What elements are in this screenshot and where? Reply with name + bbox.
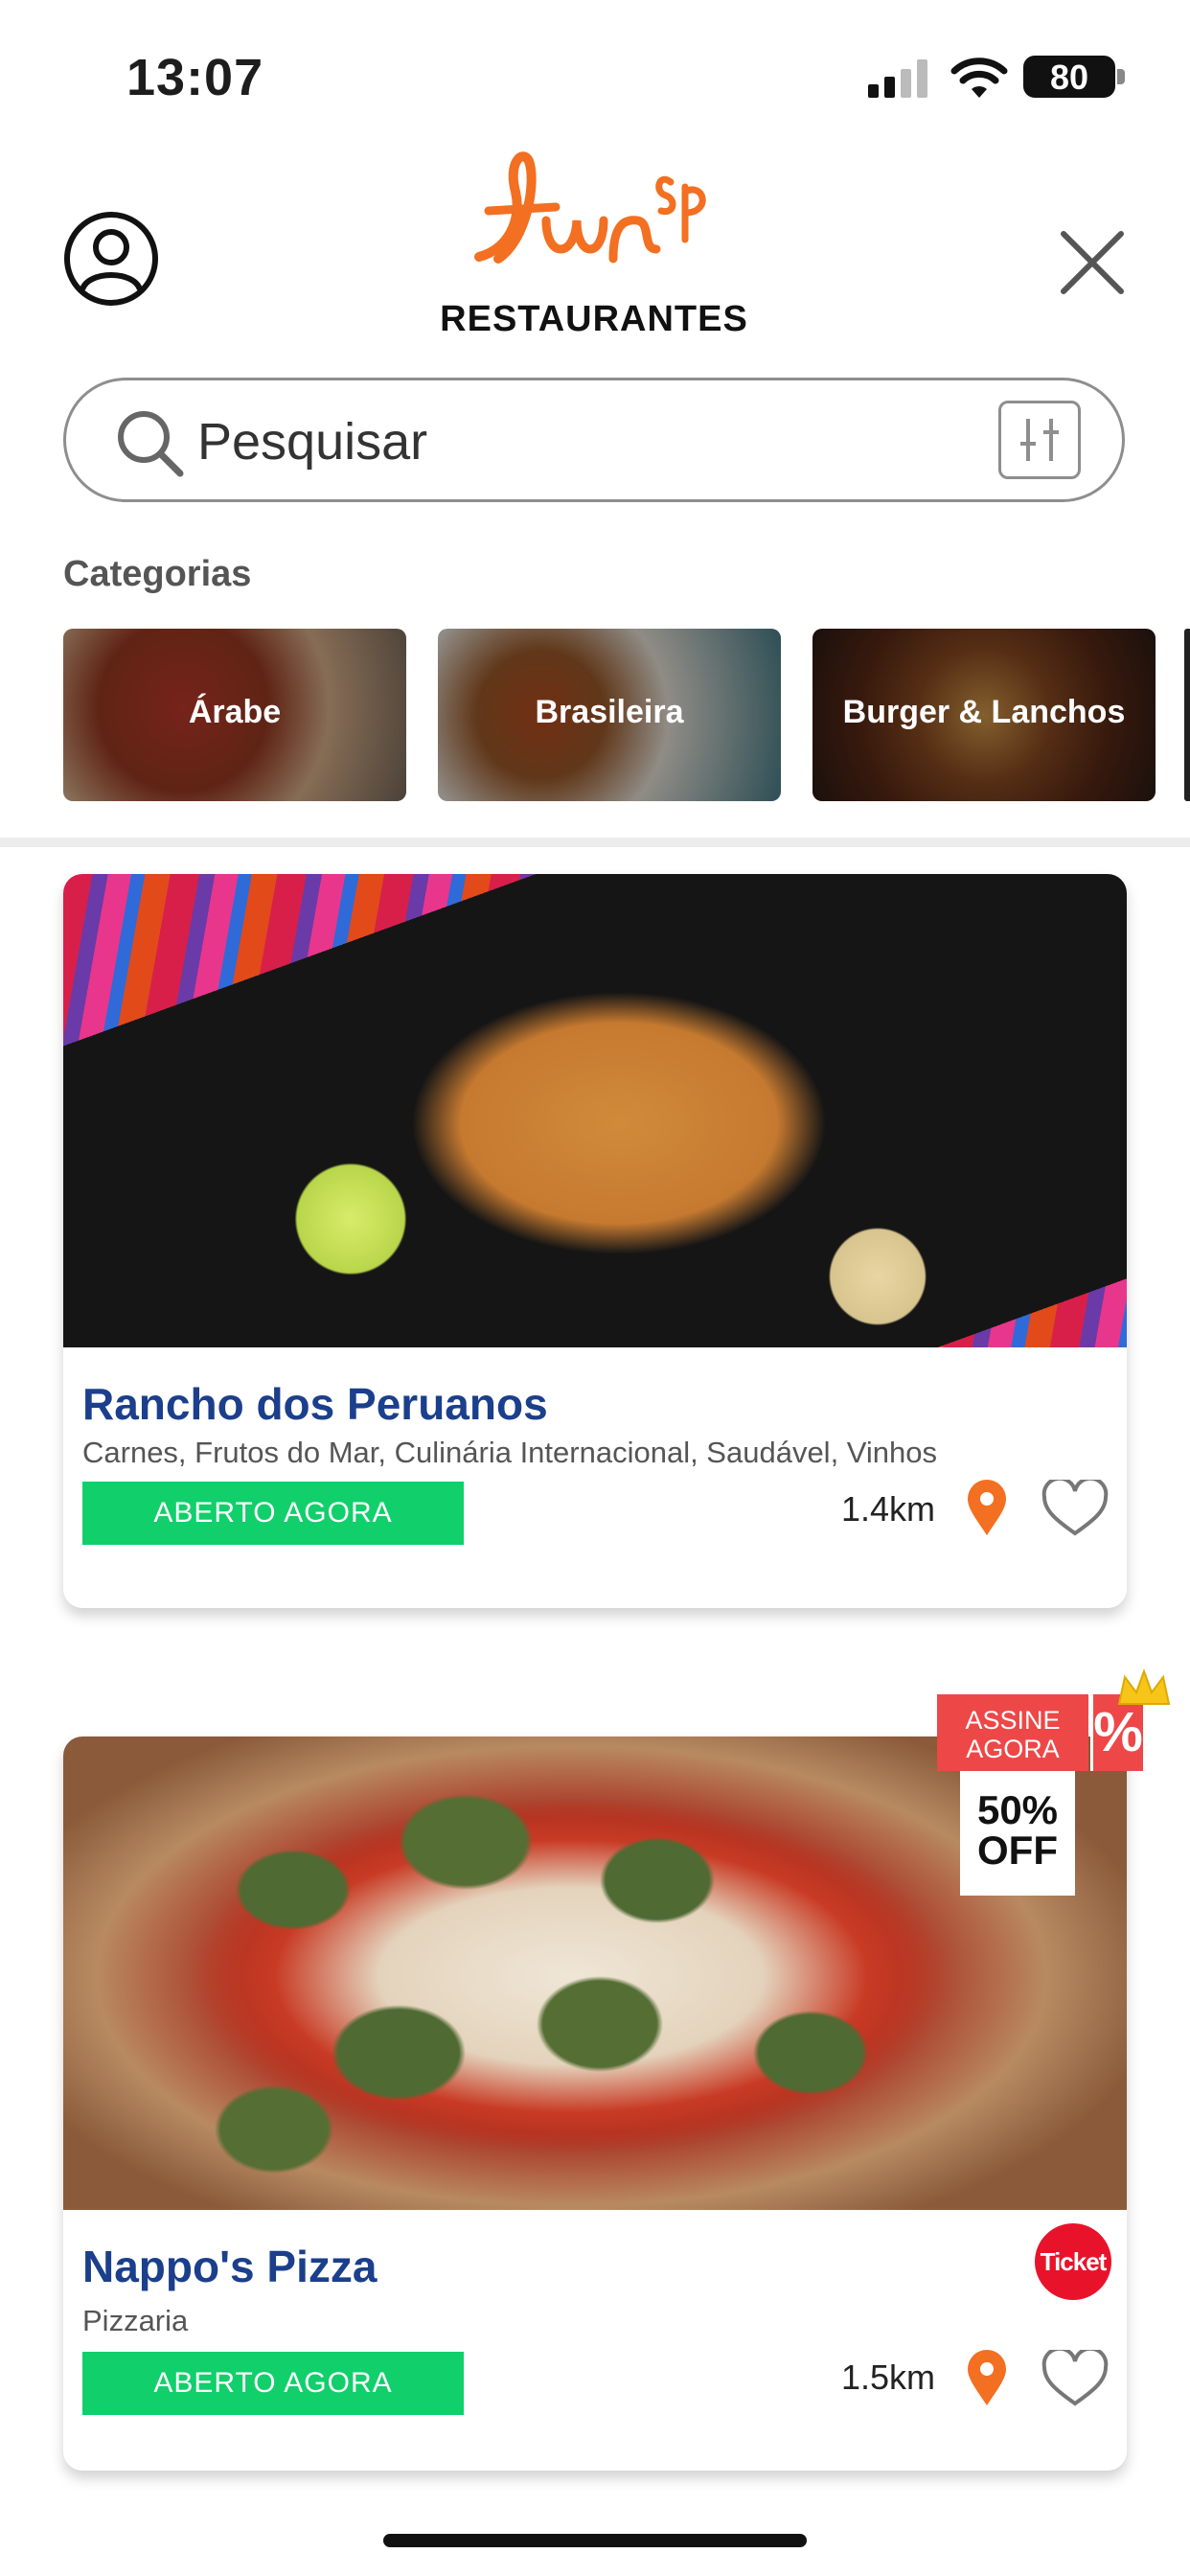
- category-label: Burger & Lanchos: [842, 694, 1126, 730]
- promo-subscribe-label[interactable]: ASSINE AGORA: [937, 1694, 1088, 1771]
- category-card-burger[interactable]: Burger & Lanchos: [812, 629, 1156, 801]
- battery-icon: 80: [1023, 56, 1115, 98]
- restaurant-cuisine: Carnes, Frutos do Mar, Culinária Interna…: [82, 1436, 938, 1469]
- ticket-badge: Ticket: [1035, 2223, 1111, 2300]
- location-pin-icon[interactable]: [966, 1480, 1008, 1537]
- open-now-badge: ABERTO AGORA: [82, 2352, 464, 2415]
- search-icon: [118, 411, 184, 477]
- filter-button[interactable]: [998, 401, 1081, 479]
- close-icon[interactable]: [1054, 224, 1131, 301]
- promo-discount-label[interactable]: 50% OFF: [960, 1771, 1075, 1896]
- section-title: RESTAURANTES: [440, 299, 748, 339]
- profile-icon[interactable]: [63, 211, 159, 307]
- filter-sliders-icon: [1020, 419, 1059, 461]
- home-indicator[interactable]: [383, 2534, 807, 2547]
- restaurant-name[interactable]: Rancho dos Peruanos: [82, 1378, 548, 1430]
- search-input[interactable]: [195, 402, 966, 481]
- category-card-arabe[interactable]: Árabe: [63, 629, 406, 801]
- favorite-heart-icon[interactable]: [1041, 2350, 1110, 2407]
- app-logo: [474, 151, 706, 264]
- category-card-partial[interactable]: [1184, 629, 1190, 801]
- restaurant-photo: [63, 874, 1127, 1347]
- category-card-brasileira[interactable]: Brasileira: [438, 629, 781, 801]
- category-label: Árabe: [188, 694, 282, 730]
- section-divider: [0, 838, 1190, 847]
- favorite-heart-icon[interactable]: [1041, 1480, 1110, 1537]
- crown-icon: [1117, 1668, 1171, 1705]
- cellular-signal-icon: [868, 59, 929, 98]
- restaurant-name[interactable]: Nappo's Pizza: [82, 2241, 377, 2292]
- category-label: Brasileira: [535, 694, 684, 730]
- battery-level: 80: [1049, 58, 1089, 97]
- battery-nub: [1117, 69, 1125, 84]
- distance-label: 1.4km: [841, 1489, 936, 1529]
- restaurant-cuisine: Pizzaria: [82, 2304, 189, 2337]
- categories-title: Categorias: [63, 554, 252, 594]
- distance-label: 1.5km: [841, 2358, 936, 2397]
- wifi-icon: [950, 58, 1008, 98]
- open-now-badge: ABERTO AGORA: [82, 1482, 464, 1545]
- location-pin-icon[interactable]: [966, 2350, 1008, 2407]
- status-time: 13:07: [126, 49, 264, 106]
